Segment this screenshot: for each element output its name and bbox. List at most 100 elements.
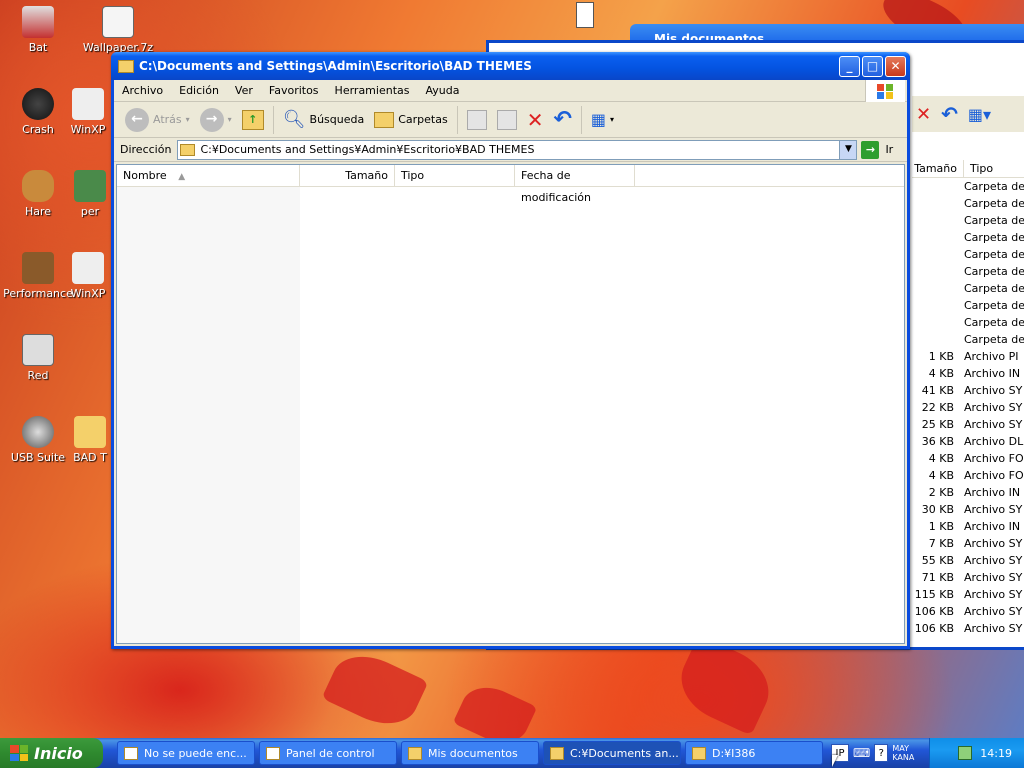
table-row[interactable]: 1 KB Archivo IN [912,518,1024,535]
row-type: Archivo SY [964,554,1023,567]
delete-icon[interactable]: ✕ [916,104,931,125]
forward-button[interactable]: → ▾ [195,105,237,135]
search-button[interactable]: 🔍︎ Búsqueda [278,105,370,135]
menu-herramientas[interactable]: Herramientas [327,84,418,97]
column-header-name[interactable]: Nombre ▲ [117,165,300,187]
desktop-icon-bad-themes[interactable]: BAD T [70,416,110,464]
table-row[interactable]: 7 KB Archivo SY [912,535,1024,552]
row-type: Carpeta de [964,231,1024,244]
table-row[interactable]: 115 KB Archivo SY [912,586,1024,603]
desktop-icon-usb-suite[interactable]: USB Suite [0,416,76,464]
go-button[interactable]: → Ir [861,140,893,159]
table-row[interactable]: 106 KB Archivo SY [912,603,1024,620]
keyboard-icon[interactable]: ⌨ [853,746,870,760]
chevron-down-icon[interactable]: ▾ [186,115,190,124]
table-row[interactable]: 22 KB Archivo SY [912,399,1024,416]
address-input[interactable]: C:¥Documents and Settings¥Admin¥Escritor… [177,139,858,160]
folder-icon [692,746,706,760]
task-button-i386[interactable]: D:¥I386 [685,741,823,765]
views-button[interactable]: ▦ ▾ [586,105,619,135]
minimize-button[interactable]: _ [839,55,860,77]
table-row[interactable]: 71 KB Archivo SY [912,569,1024,586]
table-row[interactable]: 25 KB Archivo SY [912,416,1024,433]
desktop-icon-red[interactable]: Red [0,334,76,382]
table-row[interactable]: 41 KB Archivo SY [912,382,1024,399]
views-icon[interactable]: ▦▾ [968,105,991,124]
task-button-bad-themes[interactable]: C:¥Documents an... [543,741,681,765]
row-size: 36 KB [921,435,954,448]
row-size [912,229,964,246]
row-type: Archivo IN [964,486,1021,499]
desktop-icon-wallpaper[interactable]: Wallpaper.7z [80,6,156,54]
close-button[interactable]: ✕ [885,55,906,77]
row-size: 7 KB [928,537,954,550]
table-row[interactable]: Carpeta de [912,263,1024,280]
table-row[interactable]: Carpeta de [912,314,1024,331]
maximize-button[interactable]: □ [862,55,883,77]
table-row[interactable]: 1 KB Archivo PI [912,348,1024,365]
table-row[interactable]: 55 KB Archivo SY [912,552,1024,569]
desktop-icon-winxp[interactable]: WinXP [68,88,108,136]
table-row[interactable]: 4 KB Archivo FO [912,467,1024,484]
table-row[interactable]: Carpeta de [912,195,1024,212]
menu-ayuda[interactable]: Ayuda [417,84,467,97]
table-row[interactable]: 106 KB Archivo SY [912,620,1024,637]
table-row[interactable]: Carpeta de [912,297,1024,314]
column-header-size[interactable]: Tamaño [300,165,395,187]
name-column-highlight [117,187,300,643]
menu-favoritos[interactable]: Favoritos [261,84,327,97]
table-row[interactable]: Carpeta de [912,280,1024,297]
undo-icon[interactable]: ↶ [941,102,958,126]
undo-button[interactable]: ↶ [548,105,576,135]
row-type: Carpeta de [964,214,1024,227]
file-list[interactable]: Nombre ▲ Tamaño Tipo Fecha de modificaci… [116,164,905,644]
move-to-button[interactable] [462,105,492,135]
up-folder-button[interactable]: ↑ [237,105,269,135]
column-header-modified[interactable]: Fecha de modificación [515,165,635,204]
ime-mode[interactable]: MAY KANA [892,744,914,762]
table-row[interactable]: Carpeta de [912,212,1024,229]
menu-archivo[interactable]: Archivo [114,84,171,97]
table-row[interactable]: Carpeta de [912,246,1024,263]
desktop-icon-bat[interactable]: Bat [0,6,76,54]
delete-button[interactable]: ✕ [522,105,549,135]
folders-button[interactable]: Carpetas [369,105,452,135]
table-row[interactable]: Carpeta de [912,331,1024,348]
table-row[interactable]: Carpeta de [912,229,1024,246]
desktop-icon-hare[interactable]: Hare [0,170,76,218]
task-button-my-documents[interactable]: Mis documentos [401,741,539,765]
bg-list-header: Tamaño Tipo [912,160,1024,178]
column-header-size[interactable]: Tamaño [912,160,964,177]
help-icon[interactable]: ? [874,744,889,762]
desktop-icon-winxp-2[interactable]: WinXP [68,252,108,300]
row-size: 4 KB [928,452,954,465]
menu-ver[interactable]: Ver [227,84,261,97]
window-title: C:\Documents and Settings\Admin\Escritor… [139,59,532,73]
desktop-icon-crash[interactable]: Crash [0,88,76,136]
copy-to-button[interactable] [492,105,522,135]
notepad-icon[interactable] [576,2,594,28]
task-button-error[interactable]: No se puede enc... [117,741,255,765]
bg-window-toolbar: ✕ ↶ ▦▾ [912,96,1024,132]
desktop-icon-performance[interactable]: Performance [0,252,76,300]
back-button[interactable]: ← Atrás ▾ [120,105,195,135]
chevron-down-icon[interactable]: ▾ [228,115,232,124]
table-row[interactable]: 4 KB Archivo FO [912,450,1024,467]
task-button-control-panel[interactable]: Panel de control [259,741,397,765]
row-size: 22 KB [921,401,954,414]
table-row[interactable]: 36 KB Archivo DL [912,433,1024,450]
window-titlebar[interactable]: C:\Documents and Settings\Admin\Escritor… [111,52,910,80]
menu-edicion[interactable]: Edición [171,84,227,97]
desktop-icon-per[interactable]: per [70,170,110,218]
column-header-type[interactable]: Tipo [395,165,515,187]
table-row[interactable]: 2 KB Archivo IN [912,484,1024,501]
network-icon[interactable] [958,746,973,760]
copy-to-icon [496,109,517,130]
table-row[interactable]: Carpeta de [912,178,1024,195]
clock[interactable]: 14:19 [980,747,1012,760]
table-row[interactable]: 30 KB Archivo SY [912,501,1024,518]
chevron-down-icon[interactable]: ▼ [839,140,857,159]
column-header-type[interactable]: Tipo [964,160,993,177]
start-button[interactable]: Inicio [0,738,103,768]
table-row[interactable]: 4 KB Archivo IN [912,365,1024,382]
